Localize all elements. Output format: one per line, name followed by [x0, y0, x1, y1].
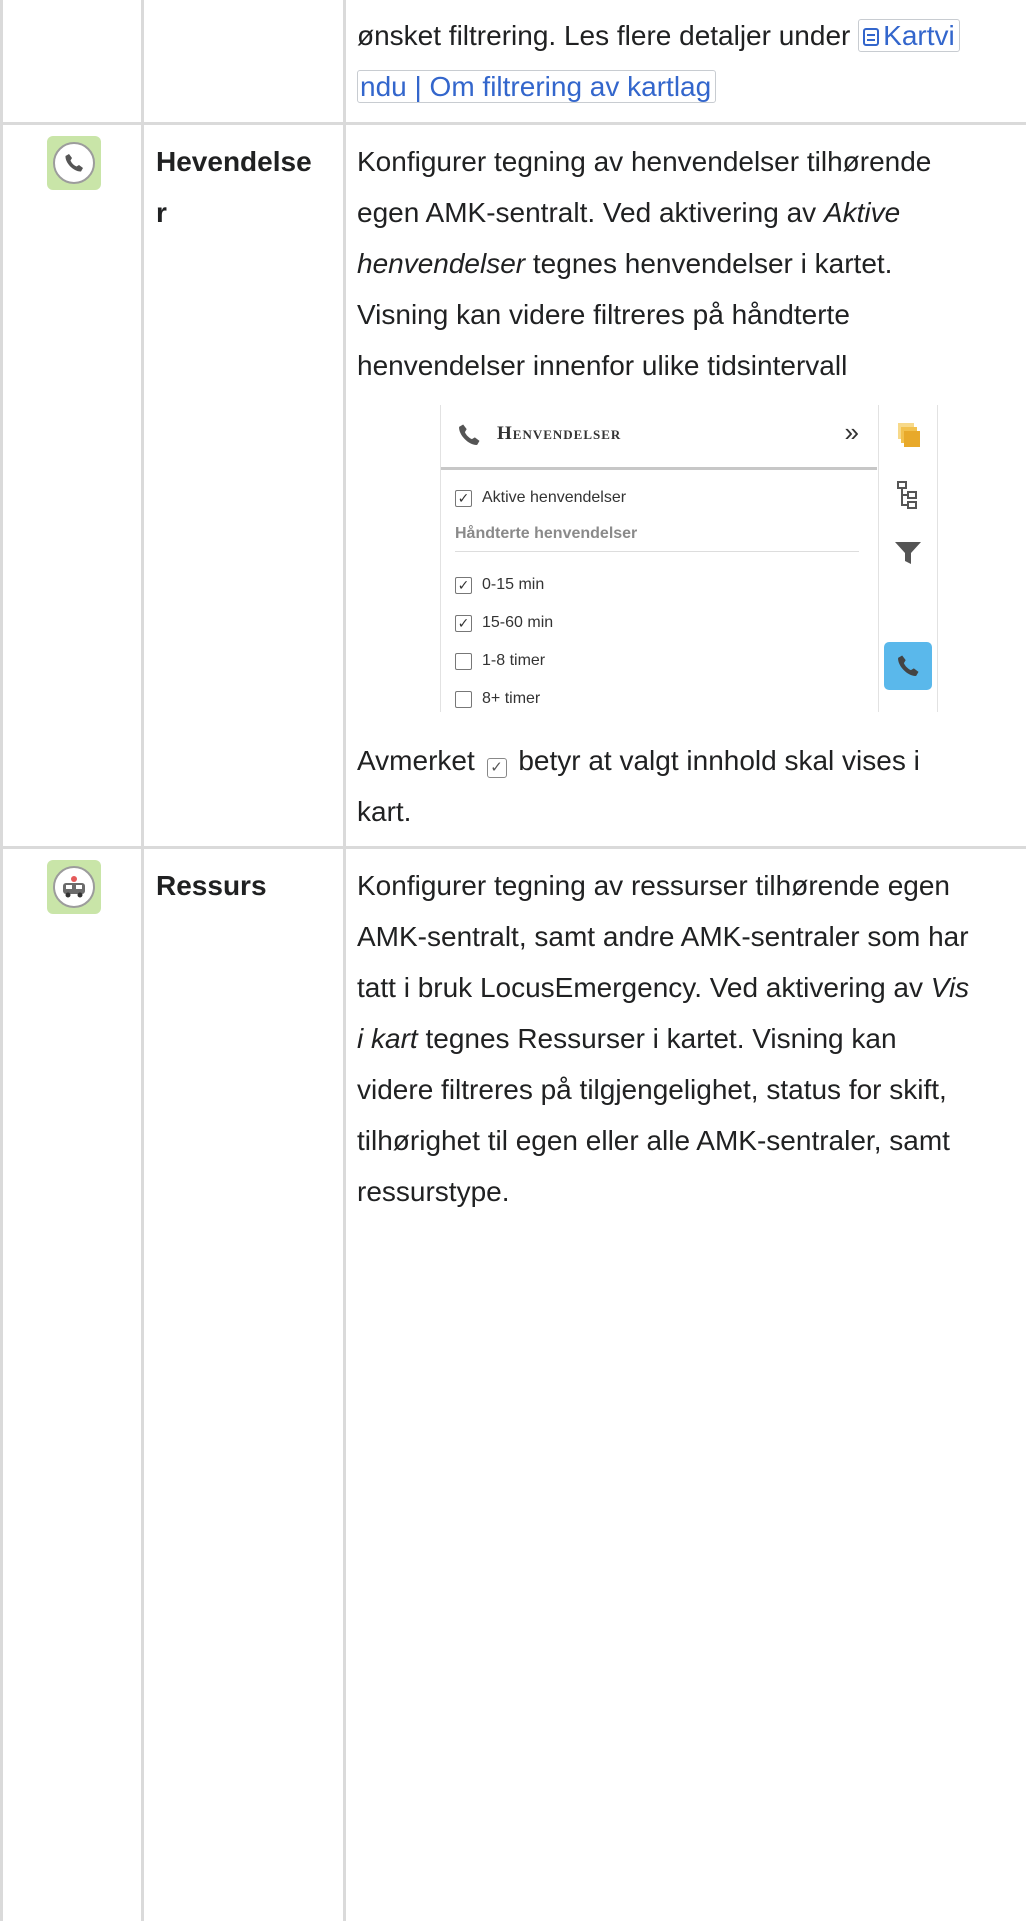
document-icon — [863, 28, 880, 46]
phone-icon — [53, 142, 95, 184]
hevendelser-name-line1: Hevendelse — [156, 146, 312, 177]
phone-icon — [884, 642, 932, 690]
checkbox-checked-icon: ✓ — [486, 757, 507, 778]
time-option: 1-8 timer — [455, 652, 545, 670]
checkbox-note: Avmerket ✓ betyr at valgt innhold skal v… — [357, 735, 1022, 837]
option-label: 1-8 timer — [482, 652, 546, 669]
desc-emphasis: i kart — [357, 1023, 418, 1054]
panel-title: Henvendelser — [497, 423, 622, 444]
panel-header: Henvendelser » — [441, 405, 877, 470]
desc-line: Konfigurer tegning av henvendelser tilhø… — [357, 146, 932, 177]
checkbox-unchecked — [455, 690, 472, 708]
layers-icon — [884, 411, 932, 459]
checkbox-unchecked — [455, 652, 472, 670]
note-text-before: Avmerket — [357, 745, 475, 776]
desc-line: henvendelser innenfor ulike tidsinterval… — [357, 350, 848, 381]
top-row-text: ønsket filtrering. Les flere detaljer un… — [357, 20, 851, 51]
desc-line: egen AMK-sentralt. Ved aktivering av — [357, 197, 824, 228]
desc-line: tilhørighet til egen eller alle AMK-sent… — [357, 1125, 950, 1156]
section-heading: Håndterte henvendelser — [455, 525, 859, 552]
table-border-col1 — [141, 0, 144, 1921]
phone-icon — [455, 421, 483, 454]
checkbox-checked: ✓ — [455, 576, 472, 594]
table-border-col2 — [343, 0, 346, 1921]
option-label: 8+ timer — [482, 690, 541, 707]
top-row-description: ønsket filtrering. Les flere detaljer un… — [357, 10, 1022, 112]
note-text-line2: kart. — [357, 796, 412, 827]
desc-line: AMK-sentralt, samt andre AMK-sentraler s… — [357, 921, 969, 952]
ambulance-icon — [53, 866, 95, 908]
desc-line: tegnes Ressurser i kartet. Visning kan — [417, 1023, 897, 1054]
henvendelser-panel-screenshot: Henvendelser » ✓ Aktive henvendelser Hån… — [440, 405, 938, 712]
checkbox-checked: ✓ — [455, 489, 472, 507]
active-henvendelser-option: ✓ Aktive henvendelser — [455, 489, 626, 507]
tree-icon — [884, 471, 932, 519]
desc-emphasis: Vis — [930, 972, 970, 1003]
option-label: 0-15 min — [482, 576, 545, 593]
desc-line: ressurstype. — [357, 1176, 510, 1207]
ressurs-name: Ressurs — [156, 870, 267, 901]
desc-emphasis: Aktive — [823, 197, 901, 228]
kartvindu-link-continued[interactable]: ndu | Om filtrering av kartlag — [357, 70, 717, 103]
desc-line: videre filtreres på tilgjengelighet, sta… — [357, 1074, 947, 1105]
desc-line: tegnes henvendelser i kartet. — [525, 248, 893, 279]
checkbox-checked: ✓ — [455, 614, 472, 632]
panel-side-rail — [878, 405, 938, 712]
table-border-left — [0, 0, 3, 1921]
note-text-after: betyr at valgt innhold skal vises i — [518, 745, 920, 776]
time-option: ✓ 15-60 min — [455, 614, 553, 632]
kartvindu-link-text-2: ndu | Om filtrering av kartlag — [360, 71, 712, 102]
desc-line: tatt i bruk LocusEmergency. Ved aktiveri… — [357, 972, 931, 1003]
hevendelser-name-line2: r — [156, 197, 167, 228]
ressurs-description: Konfigurer tegning av ressurser tilhøren… — [357, 860, 1025, 1217]
kartvindu-link[interactable]: Kartvi — [858, 19, 960, 52]
hevendelser-name: Hevendelse r — [156, 136, 312, 238]
hevendelser-row-icon — [47, 136, 101, 190]
filter-icon — [884, 529, 932, 577]
kartvindu-link-text-1: Kartvi — [883, 20, 955, 51]
collapse-chevron: » — [844, 417, 859, 447]
desc-line: Konfigurer tegning av ressurser tilhøren… — [357, 870, 951, 901]
option-label: Aktive henvendelser — [482, 489, 627, 506]
desc-emphasis: henvendelser — [357, 248, 526, 279]
row-divider-2 — [0, 846, 1026, 849]
time-option: 8+ timer — [455, 690, 540, 708]
option-label: 15-60 min — [482, 614, 554, 631]
time-option: ✓ 0-15 min — [455, 576, 544, 594]
row-divider-1 — [0, 122, 1026, 125]
ressurs-row-icon — [47, 860, 101, 914]
henvendelser-panel: Henvendelser » ✓ Aktive henvendelser Hån… — [440, 405, 877, 712]
desc-line: Visning kan videre filtreres på håndtert… — [357, 299, 850, 330]
hevendelser-description: Konfigurer tegning av henvendelser tilhø… — [357, 136, 1022, 391]
